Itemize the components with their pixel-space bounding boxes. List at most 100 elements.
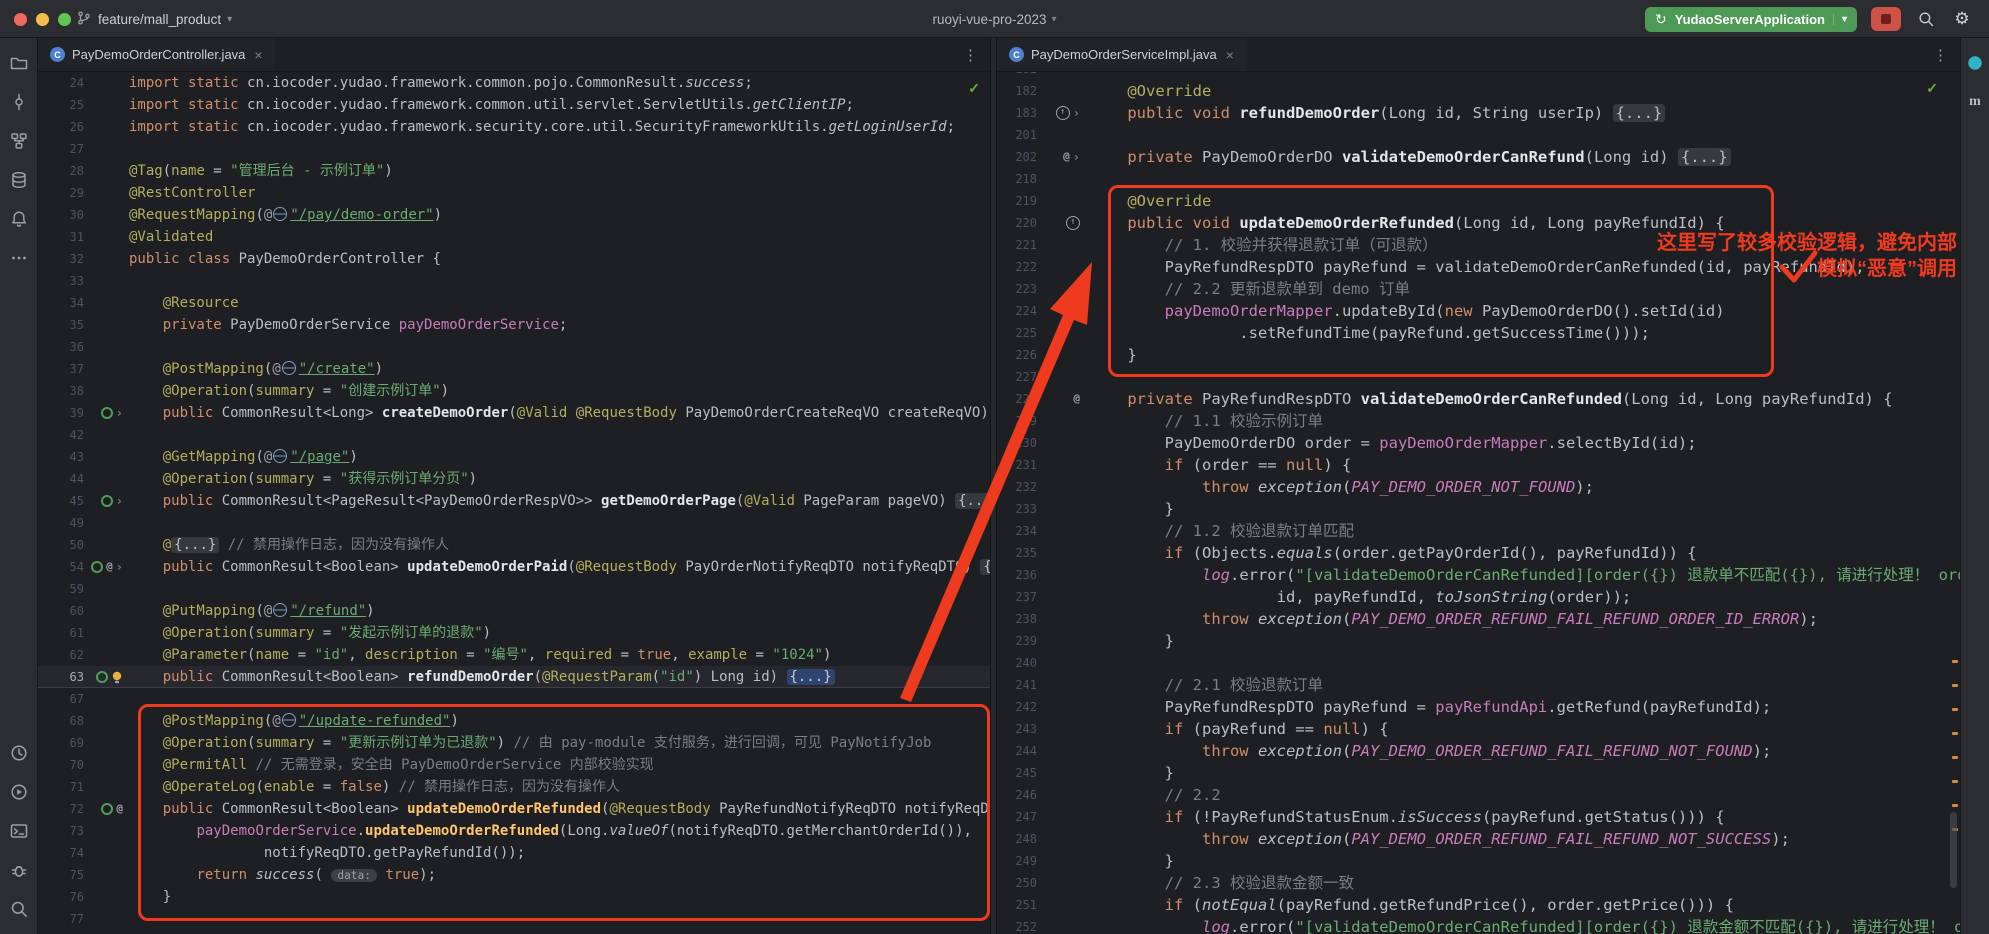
gutter[interactable] [89,94,123,116]
code-text[interactable]: public class PayDemoOrderController { [129,248,990,270]
code-text[interactable]: @PermitAll // 无需登录，安全由 PayDemoOrderServi… [129,754,990,776]
code-line[interactable]: 182 @Override [997,80,1960,102]
gutter[interactable] [1042,762,1080,784]
override-marker-icon[interactable]: ↑ [1056,106,1070,120]
code-area[interactable]: 181182 @Override183↑› public void refund… [997,72,1960,934]
code-text[interactable]: public CommonResult<PageResult<PayDemoOr… [129,490,990,512]
code-text[interactable]: @Operation(summary = "获得示例订单分页") [129,468,990,490]
code-text[interactable]: notifyReqDTO.getPayRefundId()); [129,842,990,864]
line-number[interactable]: 218 [997,168,1042,190]
gutter[interactable] [89,160,123,182]
line-number[interactable]: 228 [997,388,1042,410]
code-text[interactable] [1090,652,1960,674]
gutter[interactable] [1042,784,1080,806]
line-number[interactable]: 36 [38,336,89,358]
gutter[interactable] [1042,234,1080,256]
maximize-window-icon[interactable] [58,13,71,26]
editor-splitter[interactable] [990,38,997,934]
code-text[interactable]: // 2.3 校验退款金额一致 [1090,872,1960,894]
gutter[interactable] [1042,586,1080,608]
code-text[interactable]: @Validated [129,226,990,248]
gutter[interactable] [1042,256,1080,278]
line-number[interactable]: 70 [38,754,89,776]
gutter[interactable] [1042,696,1080,718]
code-text[interactable]: @GetMapping(@"/page") [129,446,990,468]
code-line[interactable]: 73 payDemoOrderService.updateDemoOrderRe… [38,820,990,842]
gutter[interactable] [89,182,123,204]
code-line[interactable]: 26import static cn.iocoder.yudao.framewo… [38,116,990,138]
line-number[interactable]: 236 [997,564,1042,586]
line-number[interactable]: 238 [997,608,1042,630]
gutter[interactable] [89,226,123,248]
gutter[interactable] [1042,366,1080,388]
line-number[interactable]: 42 [38,424,89,446]
line-number[interactable]: 34 [38,292,89,314]
code-line[interactable]: 61 @Operation(summary = "发起示例订单的退款") [38,622,990,644]
gutter[interactable] [89,820,123,842]
code-text[interactable]: if (notEqual(payRefund.getRefundPrice(),… [1090,894,1960,916]
annotation-marker-icon[interactable]: @ [1063,146,1070,168]
code-text[interactable]: public CommonResult<Boolean> updateDemoO… [129,798,990,820]
code-line[interactable]: 45› public CommonResult<PageResult<PayDe… [38,490,990,512]
line-number[interactable]: 201 [997,124,1042,146]
code-text[interactable]: @Override [1090,190,1960,212]
code-text[interactable]: private PayDemoOrderService payDemoOrder… [129,314,990,336]
line-number[interactable]: 29 [38,182,89,204]
code-line[interactable]: 54@› public CommonResult<Boolean> update… [38,556,990,578]
code-line[interactable]: 30@RequestMapping(@"/pay/demo-order") [38,204,990,226]
history-icon[interactable] [8,742,30,764]
code-text[interactable] [129,578,990,600]
code-text[interactable]: import static cn.iocoder.yudao.framework… [129,116,990,138]
commit-icon[interactable] [8,91,30,113]
line-number[interactable]: 241 [997,674,1042,696]
line-number[interactable]: 35 [38,314,89,336]
code-text[interactable]: PayDemoOrderDO order = payDemoOrderMappe… [1090,432,1960,454]
search-icon[interactable] [8,898,30,920]
code-text[interactable]: @OperateLog(enable = false) // 禁用操作日志，因为… [129,776,990,798]
gutter[interactable] [1042,828,1080,850]
line-number[interactable]: 246 [997,784,1042,806]
close-tab-icon[interactable]: × [254,47,262,63]
line-number[interactable]: 24 [38,72,89,94]
code-text[interactable] [129,688,990,710]
close-window-icon[interactable] [14,13,27,26]
code-line[interactable]: 32public class PayDemoOrderController { [38,248,990,270]
code-line[interactable]: 201 [997,124,1960,146]
code-line[interactable]: 237 id, payRefundId, toJsonString(order)… [997,586,1960,608]
code-text[interactable]: if (Objects.equals(order.getPayOrderId()… [1090,542,1960,564]
code-text[interactable]: // 1.2 校验退款订单匹配 [1090,520,1960,542]
line-number[interactable]: 74 [38,842,89,864]
line-number[interactable]: 247 [997,806,1042,828]
gutter[interactable]: › [89,490,123,512]
line-number[interactable]: 61 [38,622,89,644]
line-number[interactable]: 44 [38,468,89,490]
code-text[interactable]: @PutMapping(@"/refund") [129,600,990,622]
gutter[interactable] [1042,322,1080,344]
code-line[interactable]: 63 public CommonResult<Boolean> refundDe… [38,666,990,688]
line-number[interactable]: 244 [997,740,1042,762]
debug-icon[interactable] [8,859,30,881]
code-text[interactable]: import static cn.iocoder.yudao.framework… [129,94,990,116]
line-number[interactable]: 235 [997,542,1042,564]
notifications-icon[interactable] [8,208,30,230]
gutter[interactable] [1042,806,1080,828]
code-text[interactable]: id, payRefundId, toJsonString(order)); [1090,586,1960,608]
inspections-ok-icon[interactable]: ✓ [968,80,980,97]
code-line[interactable]: 221 // 1. 校验并获得退款订单（可退款） [997,234,1960,256]
line-number[interactable]: 49 [38,512,89,534]
code-line[interactable]: 251 if (notEqual(payRefund.getRefundPric… [997,894,1960,916]
gutter[interactable] [89,688,123,710]
gutter[interactable] [89,468,123,490]
maven-icon[interactable]: m [1964,91,1986,113]
line-number[interactable]: 222 [997,256,1042,278]
gutter[interactable] [1042,124,1080,146]
line-number[interactable]: 67 [38,688,89,710]
code-text[interactable]: @PostMapping(@"/create") [129,358,990,380]
line-number[interactable]: 225 [997,322,1042,344]
line-number[interactable]: 183 [997,102,1042,124]
gutter[interactable] [89,710,123,732]
gutter[interactable] [1042,344,1080,366]
gutter[interactable] [89,908,123,930]
code-line[interactable]: 222 PayRefundRespDTO payRefund = validat… [997,256,1960,278]
gutter[interactable] [89,644,123,666]
